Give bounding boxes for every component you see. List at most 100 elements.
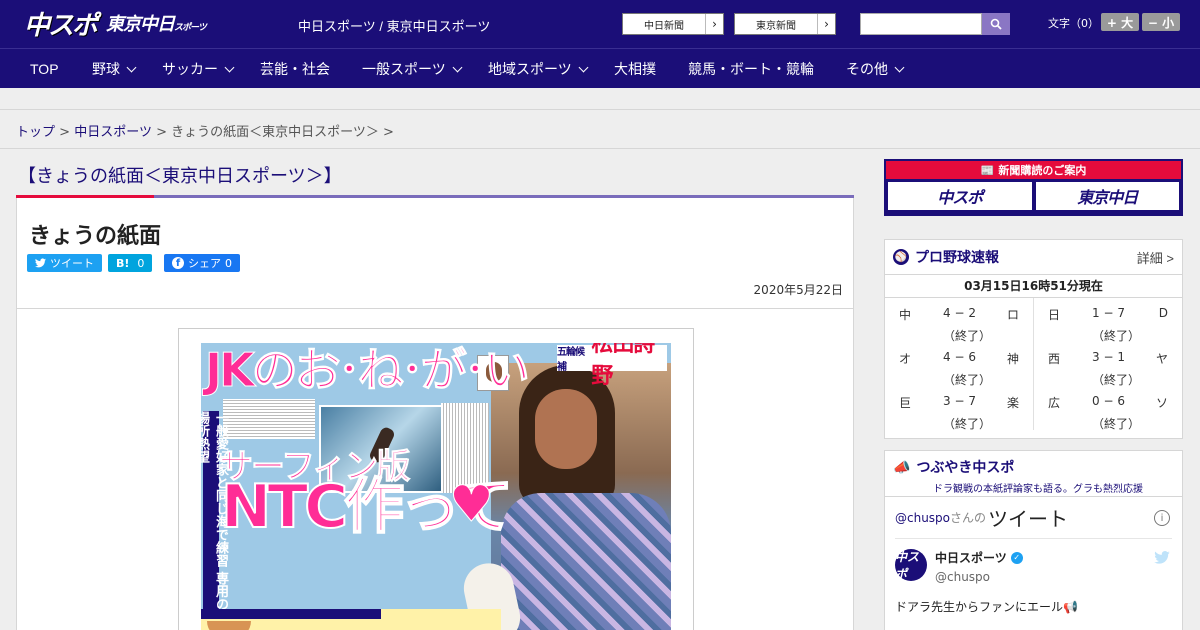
page-heading-title: 【きょうの紙面＜東京中日スポーツ＞】 <box>18 166 342 186</box>
hatena-bookmark-button[interactable]: B! 0 <box>108 254 153 272</box>
tweet-handle[interactable]: @chuspo <box>935 570 1172 584</box>
site-logo[interactable]: 中スポ 東京中日スポーツ <box>24 8 207 41</box>
avatar[interactable]: 中スポ <box>895 549 927 581</box>
site-tagline[interactable]: 中日スポーツ / 東京中日スポーツ <box>298 16 490 35</box>
nav-item-general-sports[interactable]: 一般スポーツ <box>362 49 463 89</box>
chevron-right-icon: › <box>705 14 723 34</box>
chevron-down-icon <box>578 62 589 72</box>
game-row[interactable]: 日1 − 7 D （終了） <box>1034 298 1182 343</box>
subscription-logo-tokyo-chunichi[interactable]: 東京中日 <box>1035 182 1179 210</box>
chevron-right-icon: › <box>817 14 835 34</box>
subscription-banner[interactable]: 📰 新聞購読のご案内 中スポ 東京中日 <box>884 159 1183 216</box>
logo-chuspo: 中スポ <box>24 10 98 41</box>
baseball-icon: ⚾ <box>893 249 909 265</box>
megaphone-icon: 📣 <box>893 458 911 475</box>
bottom-article-bar <box>201 609 381 619</box>
tweet-text: ドアラ先生からファンにエール📢 <box>895 600 1078 614</box>
timeline-header: @chuspo さんの ツイート i <box>895 497 1172 539</box>
game-row[interactable]: 巨3 − 7 楽（終了） <box>885 386 1033 431</box>
article-text-block <box>223 399 315 439</box>
breadcrumb-separator: > <box>383 125 394 140</box>
tokyo-shimbun-button[interactable]: 東京新聞 › <box>734 13 836 35</box>
nav-item-regional-sports[interactable]: 地域スポーツ <box>488 49 589 89</box>
nav-item-other[interactable]: その他 <box>846 49 905 89</box>
page-heading: 【きょうの紙面＜東京中日スポーツ＞】 <box>16 158 854 198</box>
timeline-title: ツイート <box>988 509 1069 531</box>
twitter-timeline: @chuspo さんの ツイート i 中スポ 中日スポーツ ✓ @chuspo ド… <box>885 497 1182 615</box>
subscription-title: 📰 新聞購読のご案内 <box>886 161 1181 179</box>
chevron-down-icon <box>894 62 905 72</box>
photo-face <box>535 389 597 469</box>
twitter-bird-icon[interactable] <box>1154 551 1170 564</box>
font-size-label: 文字（0） <box>1048 17 1099 30</box>
newspaper-icon: 📰 <box>980 163 995 177</box>
main-nav: TOP 野球 サッカー 芸能・社会 一般スポーツ 地域スポーツ 大相撲 競馬・ボ… <box>0 48 1200 88</box>
verified-icon: ✓ <box>1010 551 1023 564</box>
baseball-details-link[interactable]: 詳細 > <box>1137 248 1174 267</box>
article-date: 2020年5月22日 <box>753 283 843 297</box>
search-icon <box>990 18 1002 30</box>
hatena-icon: B! <box>116 256 130 270</box>
nav-item-top[interactable]: TOP <box>30 49 59 89</box>
nav-item-baseball[interactable]: 野球 <box>92 49 137 89</box>
baseball-widget-header: ⚾ プロ野球速報 詳細 > <box>893 248 1174 267</box>
breadcrumb-current: きょうの紙面＜東京中日スポーツ＞ <box>171 125 379 140</box>
facebook-icon: f <box>172 257 184 269</box>
tweets-widget: 📣 つぶやき中スポ ドラ観戦の本紙評論家も語る。グラも熱烈応援 @chuspo さ… <box>884 450 1183 630</box>
chevron-down-icon <box>224 62 235 72</box>
scores-column: 日1 − 7 D （終了） 西3 − 1 ヤ（終了） 広0 − 6 ソ（終了） <box>1033 298 1182 431</box>
ad-band <box>0 88 1200 110</box>
facebook-share-button[interactable]: f シェア 0 <box>164 254 240 272</box>
article: きょうの紙面 ツイート B! 0 f シェア 0 2020年5月22日 一般愛好… <box>16 198 854 630</box>
breadcrumb-separator: > <box>156 125 167 140</box>
heart-icon: ♥ <box>449 475 495 534</box>
divider <box>0 148 1200 149</box>
paper-athlete-name: 五輪候補 松田詩野 <box>557 343 667 389</box>
search-button[interactable] <box>982 13 1010 35</box>
nav-item-entertainment[interactable]: 芸能・社会 <box>260 49 330 89</box>
timeline-account-link[interactable]: @chuspo <box>895 511 950 525</box>
scores-grid: 中4 − 2 ロ（終了） オ4 − 6 神（終了） 巨3 − 7 楽（終了） 日1 −… <box>885 298 1182 431</box>
nav-item-racing[interactable]: 競馬・ボート・競輪 <box>688 49 814 89</box>
vertical-subheadline: 一般愛好家と同じ海で練習 専用の場所熱望 <box>201 411 228 611</box>
game-row[interactable]: 中4 − 2 ロ（終了） <box>885 298 1033 343</box>
scores-updated-time: 03月15日16時51分現在 <box>885 274 1182 298</box>
chunichi-shimbun-button[interactable]: 中日新聞 › <box>622 13 724 35</box>
facebook-count: 0 <box>225 256 232 270</box>
breadcrumb: トップ > 中日スポーツ > きょうの紙面＜東京中日スポーツ＞ > <box>16 121 394 140</box>
nav-item-sumo[interactable]: 大相撲 <box>614 49 656 89</box>
hatena-count: 0 <box>137 256 145 270</box>
game-row[interactable]: 広0 − 6 ソ（終了） <box>1034 386 1182 431</box>
newspaper-front-page-image[interactable]: 一般愛好家と同じ海で練習 専用の場所熱望 JKのお･ね･が･い 五輪候補 松田詩野… <box>178 328 694 630</box>
article-title: きょうの紙面 <box>29 223 162 248</box>
breadcrumb-top[interactable]: トップ <box>16 125 55 140</box>
subscription-logo-chuspo[interactable]: 中スポ <box>888 182 1032 210</box>
chevron-down-icon <box>126 62 137 72</box>
nav-item-soccer[interactable]: サッカー <box>162 49 235 89</box>
breadcrumb-chunichi-sports[interactable]: 中日スポーツ <box>74 125 152 140</box>
paper-headline: JKのお･ね･が･い <box>205 343 531 397</box>
tweet-button[interactable]: ツイート <box>27 254 102 272</box>
game-row[interactable]: オ4 − 6 神（終了） <box>885 342 1033 387</box>
logo-tokyo-chunichi: 東京中日スポーツ <box>106 14 207 35</box>
newspaper-illustration: 一般愛好家と同じ海で練習 専用の場所熱望 JKのお･ね･が･い 五輪候補 松田詩野… <box>201 343 671 630</box>
tweet-author[interactable]: 中日スポーツ ✓ <box>935 549 1172 566</box>
scores-column: 中4 − 2 ロ（終了） オ4 − 6 神（終了） 巨3 − 7 楽（終了） <box>885 298 1033 431</box>
twitter-bird-icon <box>35 258 46 268</box>
search-input[interactable] <box>860 13 982 35</box>
breadcrumb-separator: > <box>59 125 71 140</box>
tweet-card[interactable]: 中スポ 中日スポーツ ✓ @chuspo ドアラ先生からファンにエール📢 <box>895 539 1172 615</box>
info-icon[interactable]: i <box>1154 510 1170 526</box>
divider <box>17 308 853 309</box>
baseball-scores-widget: ⚾ プロ野球速報 詳細 > 03月15日16時51分現在 中4 − 2 ロ（終了）… <box>884 239 1183 439</box>
font-smaller-button[interactable]: − 小 <box>1142 13 1180 31</box>
photo-wetsuit <box>501 493 671 630</box>
tweets-widget-header: 📣 つぶやき中スポ ドラ観戦の本紙評論家も語る。グラも熱烈応援 <box>885 451 1182 497</box>
chevron-down-icon <box>452 62 463 72</box>
food-photo <box>207 621 251 630</box>
top-header: 中スポ 東京中日スポーツ 中日スポーツ / 東京中日スポーツ 中日新聞 › 東京… <box>0 0 1200 48</box>
subscription-logos: 中スポ 東京中日 <box>886 179 1181 213</box>
font-larger-button[interactable]: + 大 <box>1101 13 1139 31</box>
game-row[interactable]: 西3 − 1 ヤ（終了） <box>1034 342 1182 387</box>
tweets-description: ドラ観戦の本紙評論家も語る。グラも熱烈応援 <box>933 484 1143 495</box>
